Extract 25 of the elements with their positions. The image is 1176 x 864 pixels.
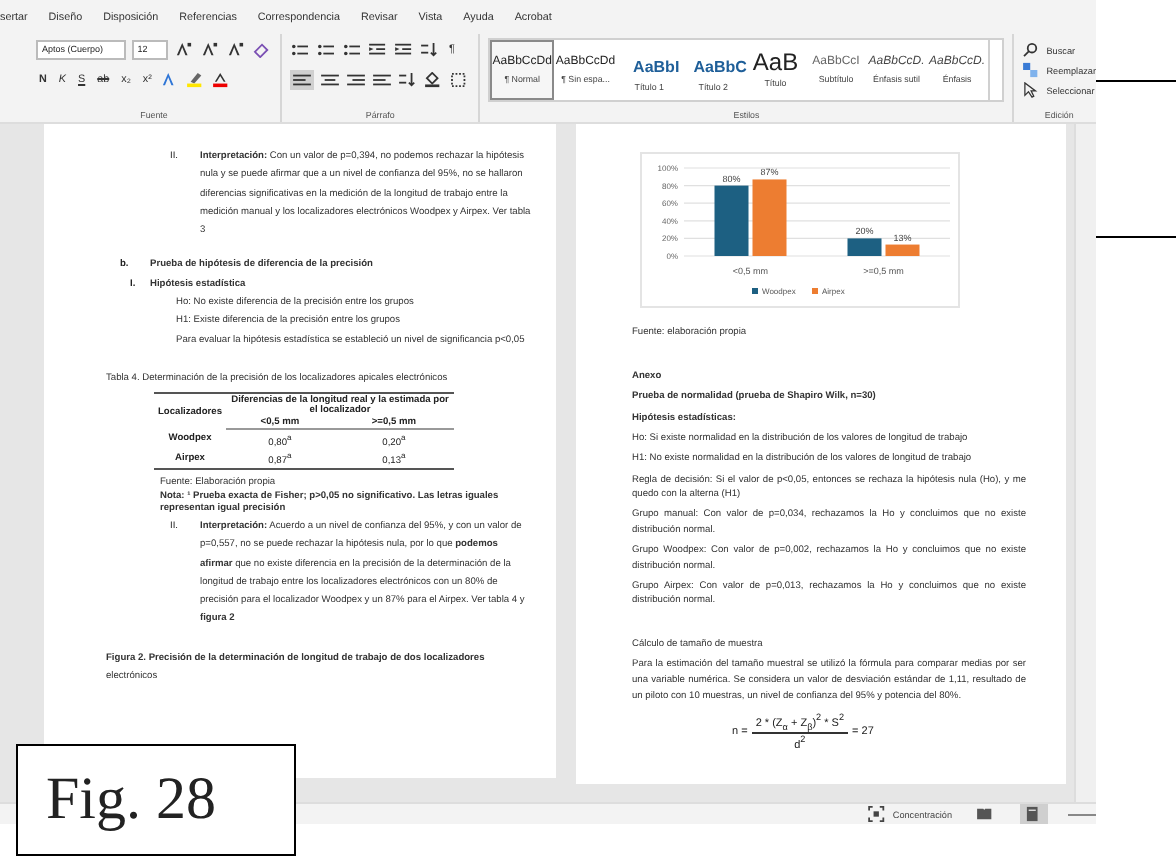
shading-icon[interactable] bbox=[424, 71, 444, 87]
leader-line bbox=[1096, 236, 1176, 238]
search-icon[interactable] bbox=[1022, 42, 1043, 58]
book-icon[interactable] bbox=[976, 806, 996, 822]
sort-icon[interactable] bbox=[420, 41, 440, 57]
cursor-icon[interactable] bbox=[1022, 82, 1043, 98]
align-center-icon[interactable] bbox=[320, 71, 340, 87]
legend-swatch bbox=[752, 288, 758, 294]
increase-indent-icon[interactable] bbox=[394, 41, 414, 57]
bullets-icon[interactable] bbox=[290, 41, 310, 57]
align-right-icon[interactable] bbox=[346, 71, 366, 87]
font-color-icon[interactable] bbox=[212, 71, 233, 87]
clear-format-icon[interactable] bbox=[252, 41, 272, 57]
justify-icon[interactable] bbox=[372, 71, 392, 87]
scrollbar[interactable] bbox=[1074, 124, 1096, 802]
grow-font-icon[interactable] bbox=[174, 41, 194, 57]
focus-icon[interactable] bbox=[868, 806, 889, 822]
align-left-icon[interactable] bbox=[292, 71, 312, 87]
borders-icon[interactable] bbox=[450, 71, 470, 87]
legend-swatch bbox=[812, 288, 818, 294]
leader-line bbox=[1096, 80, 1176, 82]
page-icon[interactable] bbox=[1024, 806, 1044, 822]
figure-label: Fig. 28 bbox=[16, 744, 296, 856]
replace-icon[interactable] bbox=[1022, 62, 1043, 78]
highlighter-icon[interactable] bbox=[186, 71, 207, 87]
